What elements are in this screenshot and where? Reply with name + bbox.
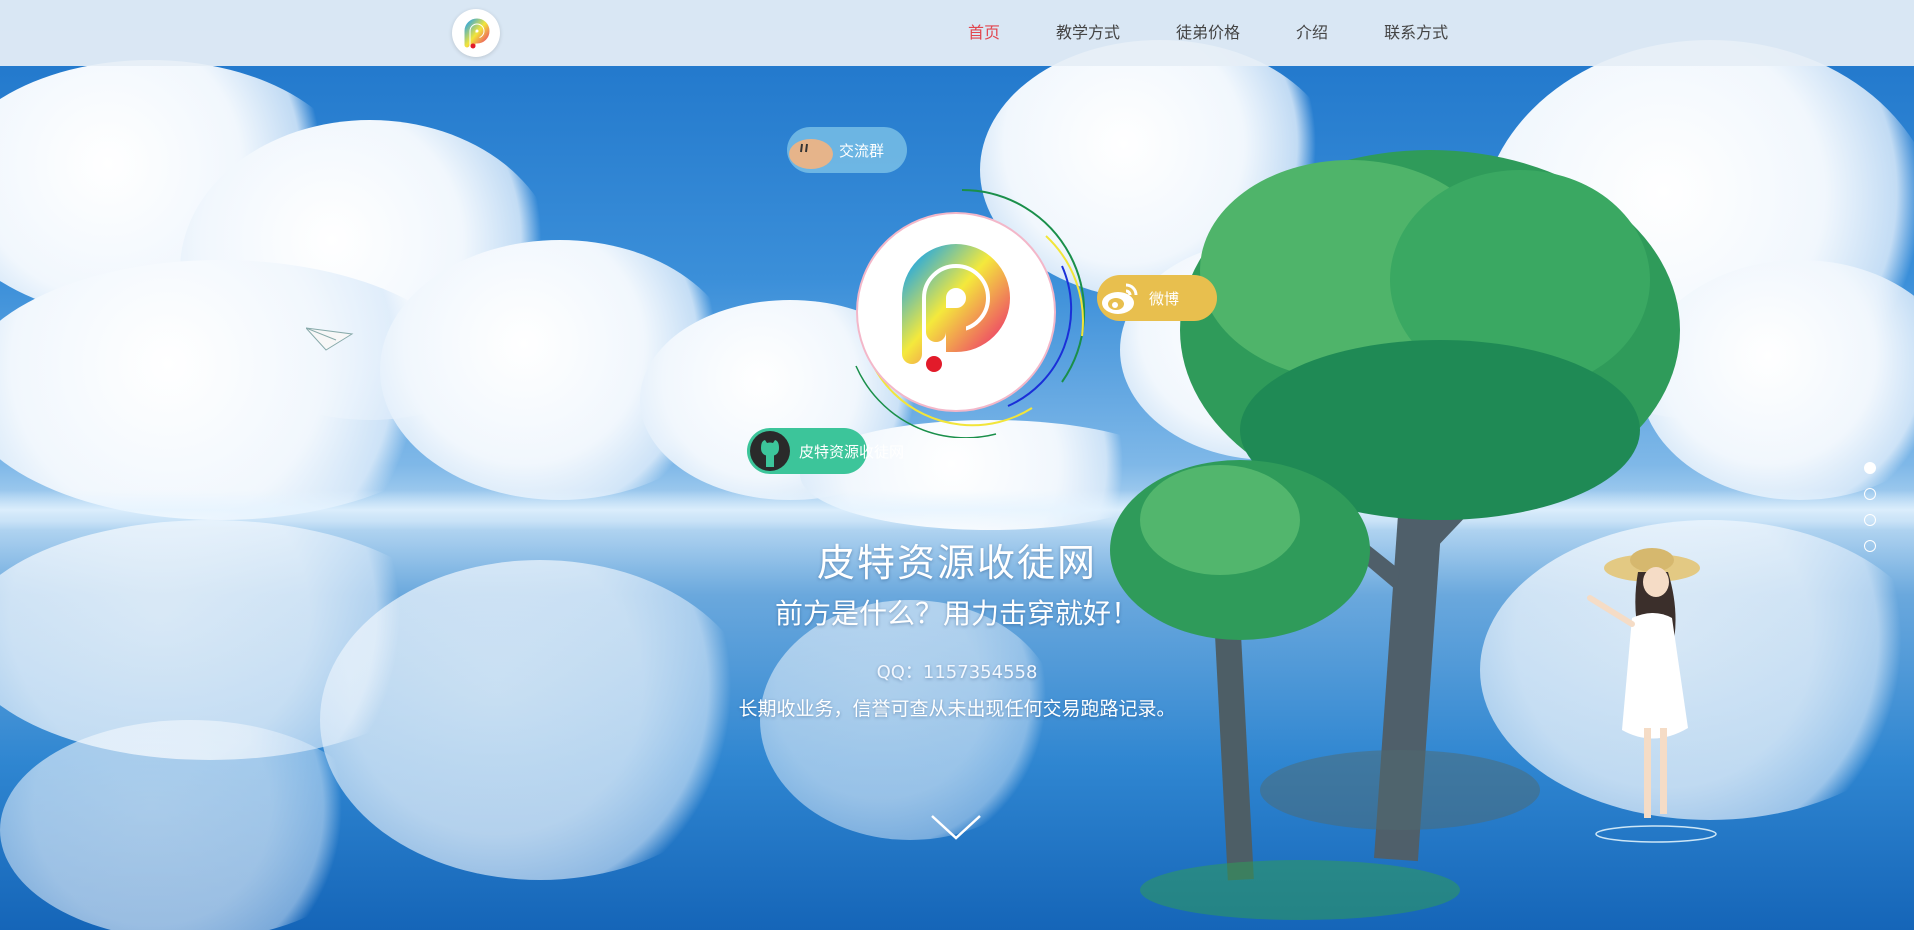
qq-contact: QQ：1157354558 bbox=[876, 662, 1038, 683]
pagination-dot[interactable] bbox=[1864, 462, 1876, 474]
site-title: 皮特资源收徒网 bbox=[816, 541, 1097, 585]
nav-menu: 首页 教学方式 徒弟价格 介绍 联系方式 bbox=[940, 0, 1476, 66]
weibo-icon bbox=[1097, 275, 1143, 321]
slogan: 前方是什么？用力击穿就好！ bbox=[774, 597, 1139, 630]
section-pagination bbox=[1864, 462, 1876, 552]
pagination-dot[interactable] bbox=[1864, 514, 1876, 526]
scroll-down-arrow-icon[interactable] bbox=[930, 812, 982, 842]
group-chat-label: 交流群 bbox=[839, 141, 885, 160]
weibo-label: 微博 bbox=[1149, 289, 1180, 308]
description: 长期收业务，信誉可查从未出现任何交易跑路记录。 bbox=[738, 698, 1176, 720]
pagination-dot[interactable] bbox=[1864, 488, 1876, 500]
github-icon bbox=[747, 428, 793, 474]
nav-item-home[interactable]: 首页 bbox=[940, 0, 1028, 66]
cloud-reflection bbox=[0, 720, 380, 930]
main-logo-icon bbox=[856, 212, 1056, 412]
nav-item-apprentice-price[interactable]: 徒弟价格 bbox=[1148, 0, 1268, 66]
center-logo bbox=[836, 186, 1088, 438]
nav-item-contact[interactable]: 联系方式 bbox=[1356, 0, 1476, 66]
top-navbar: 首页 教学方式 徒弟价格 介绍 联系方式 bbox=[0, 0, 1914, 66]
weibo-badge[interactable]: 微博 bbox=[1097, 275, 1217, 321]
hero-banner bbox=[0, 0, 1914, 930]
pagination-dot[interactable] bbox=[1864, 540, 1876, 552]
chat-avatar-icon bbox=[787, 127, 833, 173]
github-badge[interactable]: 皮特资源收徒网 bbox=[747, 428, 904, 474]
nav-item-teaching-method[interactable]: 教学方式 bbox=[1028, 0, 1148, 66]
paper-plane-icon bbox=[306, 327, 354, 351]
group-chat-badge[interactable]: 交流群 bbox=[787, 127, 907, 173]
nav-item-intro[interactable]: 介绍 bbox=[1268, 0, 1356, 66]
github-label: 皮特资源收徒网 bbox=[799, 442, 905, 461]
logo-icon[interactable] bbox=[452, 9, 500, 57]
